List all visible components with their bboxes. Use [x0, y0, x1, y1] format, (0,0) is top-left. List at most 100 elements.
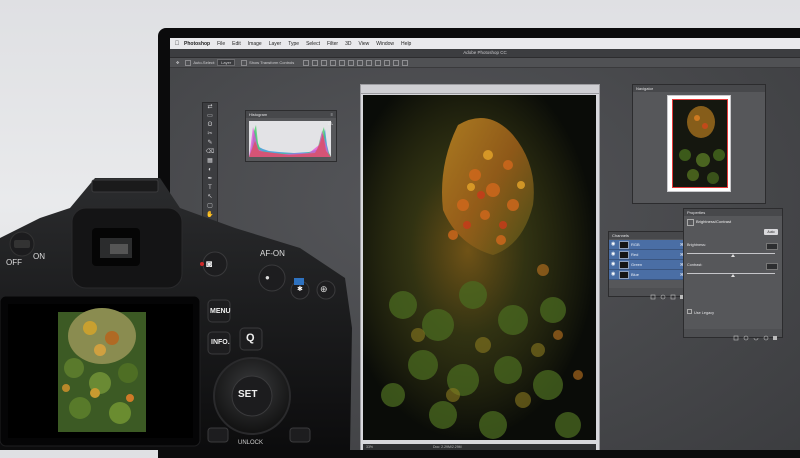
menu-3d[interactable]: 3D — [345, 41, 351, 47]
channel-thumbnail — [619, 261, 629, 269]
set-button[interactable]: SET — [238, 389, 257, 400]
histogram-graph — [249, 121, 331, 157]
tool-crop-icon[interactable]: ✂ — [203, 130, 217, 139]
menu-button[interactable]: MENU — [210, 308, 231, 315]
quick-control-button[interactable]: Q — [246, 332, 255, 344]
reset-icon[interactable] — [753, 337, 759, 341]
tool-lasso-icon[interactable]: ʘ — [203, 121, 217, 130]
app-title: Adobe Photoshop CC — [463, 50, 507, 55]
menu-layer[interactable]: Layer — [269, 41, 282, 47]
use-legacy-label: Use Legacy — [694, 311, 715, 315]
save-selection-icon[interactable] — [660, 294, 666, 300]
tool-brush-icon[interactable]: ✎ — [203, 139, 217, 148]
histogram-plot — [249, 121, 331, 157]
panel-menu-icon[interactable]: ≡ — [331, 111, 333, 118]
use-legacy-checkbox[interactable] — [687, 309, 692, 314]
show-transform-checkbox[interactable] — [241, 59, 248, 66]
star-button-icon[interactable]: ✱ — [297, 285, 303, 293]
unlock-label: UNLOCK — [238, 440, 264, 446]
navigator-thumbnail[interactable] — [667, 95, 731, 192]
brightness-slider-knob[interactable] — [731, 254, 735, 257]
menu-photoshop[interactable]: Photoshop — [184, 41, 210, 47]
af-on-button[interactable]: ● — [265, 273, 270, 282]
contrast-slider-knob[interactable] — [731, 274, 735, 277]
visibility-eye-icon[interactable]: ◉ — [611, 240, 615, 249]
properties-tab[interactable]: Properties — [684, 209, 782, 216]
app-title-bar: Adobe Photoshop CC — [170, 49, 800, 64]
navigator-preview — [673, 100, 727, 187]
align-bottom-icon[interactable] — [321, 59, 328, 66]
view-previous-icon[interactable] — [743, 335, 749, 341]
align-top-icon[interactable] — [303, 59, 310, 66]
distribute-left-icon[interactable] — [384, 59, 391, 66]
clip-to-layer-icon[interactable] — [733, 335, 739, 341]
menu-image[interactable]: Image — [248, 41, 262, 47]
zoom-in-icon[interactable]: ⊕ — [320, 284, 328, 295]
use-legacy-option[interactable]: Use Legacy — [687, 309, 714, 315]
menu-edit[interactable]: Edit — [232, 41, 241, 47]
channel-thumbnail — [619, 251, 629, 259]
properties-footer — [684, 329, 782, 341]
navigator-view-box[interactable] — [672, 99, 728, 188]
channel-row-red[interactable]: ◉ Red ⌘3 — [609, 250, 689, 260]
align-center-icon[interactable] — [339, 59, 346, 66]
menu-type[interactable]: Type — [288, 41, 299, 47]
align-middle-icon[interactable] — [312, 59, 319, 66]
brightness-label: Brightness: — [687, 243, 706, 247]
align-left-icon[interactable] — [330, 59, 337, 66]
distribute-top-icon[interactable] — [357, 59, 364, 66]
channels-footer — [609, 288, 689, 300]
visibility-eye-icon[interactable]: ◉ — [611, 270, 615, 279]
auto-select-dropdown[interactable]: Layer — [217, 59, 236, 66]
menu-view[interactable]: View — [359, 41, 370, 47]
show-transform-option[interactable]: Show Transform Controls — [241, 59, 294, 66]
auto-select-checkbox[interactable] — [185, 59, 192, 66]
tool-eraser-icon[interactable]: ⌫ — [203, 148, 217, 157]
contrast-label: Contrast: — [687, 263, 703, 267]
navigator-tab[interactable]: Navigator — [633, 85, 765, 92]
tool-gradient-icon[interactable]: ▦ — [203, 157, 217, 166]
tool-dodge-icon[interactable]: ◐ — [203, 166, 217, 175]
tool-move-icon[interactable]: ⇄ — [203, 103, 217, 112]
visibility-icon[interactable] — [763, 335, 769, 341]
distribute-bottom-icon[interactable] — [375, 59, 382, 66]
channel-row-green[interactable]: ◉ Green ⌘4 — [609, 260, 689, 270]
histogram-warning-icon[interactable]: ⚠ — [328, 120, 333, 127]
distribute-middle-icon[interactable] — [366, 59, 373, 66]
contrast-value-field[interactable] — [766, 263, 778, 270]
channel-row-blue[interactable]: ◉ Blue ⌘5 — [609, 270, 689, 280]
live-view-camera-icon[interactable]: ◙ — [206, 259, 212, 270]
channel-thumbnail — [619, 271, 629, 279]
document-canvas[interactable] — [363, 95, 596, 440]
info-button[interactable]: INFO. — [211, 339, 230, 346]
channel-label: Blue — [631, 272, 640, 277]
document-title-bar — [361, 85, 599, 100]
align-right-icon[interactable] — [348, 59, 355, 66]
visibility-eye-icon[interactable]: ◉ — [611, 250, 615, 259]
distribute-right-icon[interactable] — [402, 59, 409, 66]
menu-filter[interactable]: Filter — [327, 41, 338, 47]
visibility-eye-icon[interactable]: ◉ — [611, 260, 615, 269]
move-tool-icon[interactable]: ✥ — [176, 60, 179, 65]
menu-window[interactable]: Window — [376, 41, 394, 47]
navigator-title: Navigator — [636, 86, 654, 91]
channels-tab[interactable]: Channels — [609, 232, 689, 239]
distribute-center-icon[interactable] — [393, 59, 400, 66]
auto-button[interactable]: Auto — [764, 229, 778, 235]
auto-select-option[interactable]: Auto-Select: Layer — [185, 59, 236, 66]
tool-marquee-icon[interactable]: ▭ — [203, 112, 217, 121]
histogram-tab[interactable]: Histogram ≡ — [246, 111, 336, 118]
menu-file[interactable]: File — [217, 41, 225, 47]
zoom-level[interactable]: 33% — [363, 445, 373, 449]
menu-help[interactable]: Help — [401, 41, 411, 47]
new-channel-icon[interactable] — [670, 294, 676, 300]
load-selection-icon[interactable] — [650, 294, 656, 300]
dslr-camera: OFF ON ◙ AF-ON ● ✱ ⊕ MENU INFO. Q SET UN… — [0, 178, 355, 458]
document-size: Doc: 2.29M/2.29M — [433, 445, 462, 449]
document-window: 33% Doc: 2.29M/2.29M — [360, 84, 600, 450]
apple-menu-icon[interactable]:  — [170, 41, 184, 47]
delete-adjustment-icon[interactable] — [773, 336, 777, 340]
channel-row-rgb[interactable]: ◉ RGB ⌘2 — [609, 240, 689, 250]
brightness-value-field[interactable] — [766, 243, 778, 250]
menu-select[interactable]: Select — [306, 41, 320, 47]
